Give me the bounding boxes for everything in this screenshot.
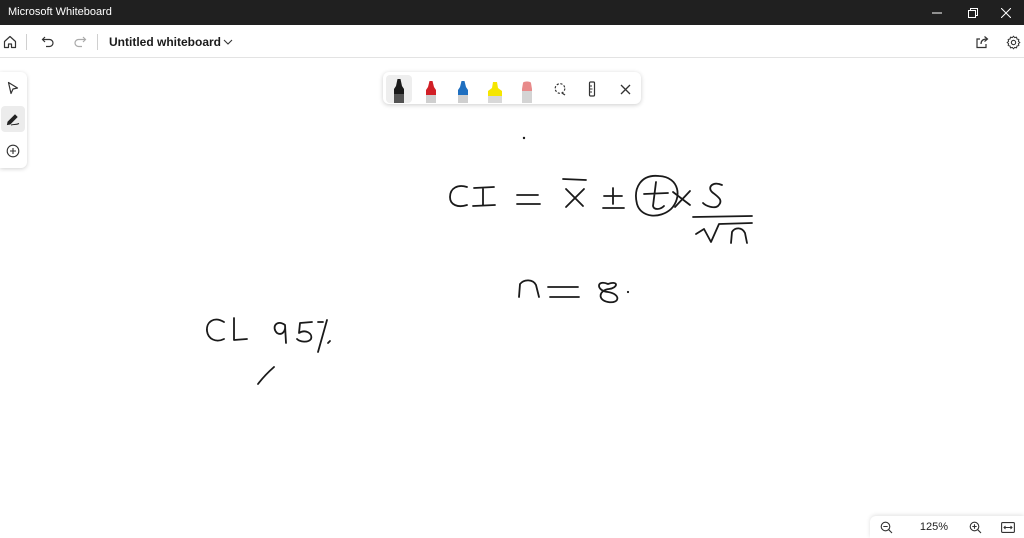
add-content-tool[interactable] [1,138,25,164]
ruler[interactable] [579,75,605,103]
document-menu-button[interactable] [215,29,241,55]
ink-formula-ci [449,185,468,208]
ruler-icon [588,81,596,97]
ink-strokes [206,136,753,385]
undo-button[interactable] [35,29,61,55]
zoom-controls: 125% [870,516,1024,538]
ink-dot [522,136,526,140]
ink-formula-t [643,181,669,210]
red-pen-icon [426,81,436,103]
ink-dot [626,290,630,294]
ink-eight [598,281,619,304]
ink-formula-fraction-bar [692,215,753,218]
home-icon [3,35,17,49]
ink-formula-equals [516,194,541,205]
redo-icon [74,36,87,48]
lasso-icon [554,83,566,96]
tool-panel [0,72,27,168]
divider [26,34,27,50]
ink-nine [273,321,287,344]
pen-red[interactable] [418,75,444,103]
minimize-button[interactable] [919,0,955,25]
share-icon [976,36,989,49]
restore-icon [968,7,978,18]
minimize-icon [932,12,942,13]
ink-percent [317,319,331,353]
eraser[interactable] [514,75,540,103]
ink-equals [547,286,580,298]
pen-icon [6,114,20,126]
highlighter-yellow[interactable] [482,75,508,103]
document-title[interactable]: Untitled whiteboard [109,35,221,49]
close-icon [1001,7,1011,18]
zoom-out-icon [880,521,892,533]
pen-blue[interactable] [450,75,476,103]
close-icon [620,84,630,94]
gear-icon [1006,35,1020,49]
lasso-select[interactable] [547,75,573,103]
ink-n [518,279,540,298]
zoom-level[interactable]: 125% [914,521,954,533]
whiteboard-canvas[interactable] [0,58,1024,538]
settings-button[interactable] [1000,29,1024,55]
ink-five [296,321,313,343]
undo-icon [41,36,54,48]
inking-toolbar [383,72,641,104]
zoom-out-button[interactable] [874,517,898,537]
title-bar: Microsoft Whiteboard [0,0,1024,25]
zoom-in-icon [969,521,981,533]
select-tool[interactable] [1,75,25,101]
select-cursor-icon [7,81,19,95]
close-ink-toolbar[interactable] [612,75,638,103]
ink-formula-plusminus [602,187,625,209]
ink-formula-ci [472,186,496,207]
close-window-button[interactable] [988,0,1024,25]
divider [97,34,98,50]
inking-tool[interactable] [1,106,25,132]
zoom-in-button[interactable] [963,517,987,537]
app-title: Microsoft Whiteboard [8,6,112,18]
home-button[interactable] [0,29,23,55]
share-button[interactable] [969,29,995,55]
eraser-icon [522,81,532,103]
chevron-down-icon [223,39,233,45]
add-icon [6,144,20,158]
black-pen-icon [394,79,404,103]
pen-black[interactable] [386,75,412,103]
ink-cl [206,318,225,342]
fit-to-screen-button[interactable] [996,517,1020,537]
app-bar: Untitled whiteboard [0,25,1024,58]
blue-pen-icon [458,81,468,103]
ink-formula-sqrt [695,222,753,243]
ink-formula-n [730,227,748,244]
fit-to-screen-icon [1001,521,1015,533]
ink-cl [233,317,248,341]
ink-formula-s [702,182,723,209]
highlighter-icon [488,82,502,103]
ink-checkmark [257,366,275,385]
ink-formula-xbar [562,178,587,208]
ink-formula-times [672,190,691,208]
restore-button[interactable] [955,0,991,25]
redo-button[interactable] [67,29,93,55]
